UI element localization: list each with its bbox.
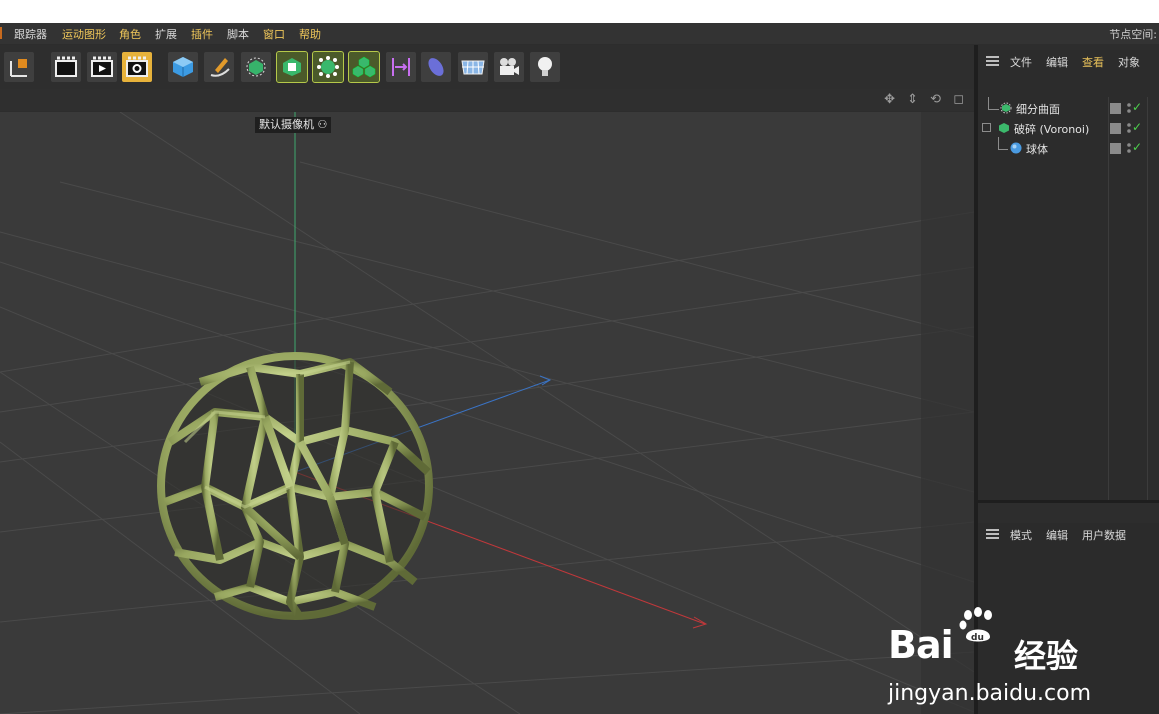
menu-bar: 跟踪器 运动图形 角色 扩展 插件 脚本 窗口 帮助 节点空间:	[0, 23, 1159, 44]
pen-icon[interactable]	[204, 52, 234, 82]
object-name: 球体	[1026, 143, 1048, 156]
watermark-url: jingyan.baidu.com	[888, 681, 1092, 706]
attribute-splitter[interactable]	[978, 500, 1159, 503]
menu-plugins[interactable]: 插件	[191, 26, 213, 42]
viewport-grid	[0, 112, 974, 714]
object-row-sphere[interactable]: 球体 ✓	[982, 137, 1155, 158]
main-toolbar	[0, 45, 976, 89]
object-name: 破碎 (Voronoi)	[1014, 123, 1090, 136]
object-name: 细分曲面	[1016, 103, 1060, 116]
camera-small-icon: ⚇	[317, 118, 328, 131]
menu-help[interactable]: 帮助	[299, 26, 321, 42]
x-axis-arrow	[692, 616, 708, 629]
extrude-icon[interactable]	[276, 51, 308, 83]
cinema4d-window: 跟踪器 运动图形 角色 扩展 插件 脚本 窗口 帮助 节点空间: ✥ ⇕ ⟲ ◻…	[0, 23, 1159, 714]
3d-viewport[interactable]	[0, 112, 974, 714]
attribute-manager-header: 模式 编辑 用户数据	[978, 523, 1159, 545]
enabled-check-icon[interactable]: ✓	[1132, 100, 1142, 114]
render-settings-icon[interactable]	[122, 52, 152, 82]
sphere-icon	[1010, 142, 1022, 154]
menu-script[interactable]: 脚本	[227, 26, 249, 42]
watermark-brand-cn: 经验	[1014, 637, 1079, 675]
object-flags[interactable]: ✓	[1110, 140, 1155, 155]
watermark-brand: Bai	[888, 623, 954, 667]
viewport-nav-icons[interactable]: ✥ ⇕ ⟲ ◻	[884, 92, 968, 107]
light-icon[interactable]	[530, 52, 560, 82]
object-flags[interactable]: ✓	[1110, 100, 1155, 115]
object-flags[interactable]: ✓	[1110, 120, 1155, 135]
subdivision-icon[interactable]	[241, 52, 271, 82]
baidu-paw-icon: du	[959, 607, 992, 643]
voronoi-fracture-icon	[999, 123, 1009, 133]
am-menu-edit[interactable]: 编辑	[1046, 527, 1068, 543]
deformer-icon[interactable]	[386, 52, 416, 82]
om-menu-file[interactable]: 文件	[1010, 54, 1032, 70]
camera-icon[interactable]	[494, 52, 524, 82]
cloner-icon[interactable]	[312, 51, 344, 83]
tree-line	[998, 137, 1008, 150]
object-row-voronoi[interactable]: 破碎 (Voronoi) ✓	[982, 119, 1155, 138]
object-manager-header: 文件 编辑 查看 对象	[978, 50, 1159, 72]
default-camera-label[interactable]: 默认摄像机 ⚇	[255, 117, 332, 133]
voronoi-sphere[interactable]	[157, 352, 433, 620]
menu-window[interactable]: 窗口	[263, 26, 285, 42]
enabled-check-icon[interactable]: ✓	[1132, 140, 1142, 154]
menu-tracker[interactable]: 跟踪器	[14, 26, 47, 42]
field-icon[interactable]	[421, 52, 451, 82]
svg-text:du: du	[971, 633, 984, 643]
hamburger-menu-icon[interactable]	[986, 529, 999, 539]
menu-mograph[interactable]: 运动图形	[62, 26, 106, 42]
layer-box[interactable]	[1110, 123, 1121, 134]
am-menu-mode[interactable]: 模式	[1010, 527, 1032, 543]
object-manager: 文件 编辑 查看 对象 细分曲面 ✓ 破碎 (Voronoi) ✓ 球体 ✓	[978, 50, 1159, 500]
layer-box[interactable]	[1110, 143, 1121, 154]
menu-extensions[interactable]: 扩展	[155, 26, 177, 42]
layer-box[interactable]	[1110, 103, 1121, 114]
render-to-picture-viewer-icon[interactable]	[87, 52, 117, 82]
am-menu-user-data[interactable]: 用户数据	[1082, 527, 1126, 543]
collapse-toggle-icon[interactable]	[982, 123, 991, 132]
om-menu-view[interactable]: 查看	[1082, 54, 1104, 70]
enabled-check-icon[interactable]: ✓	[1132, 120, 1142, 134]
viewport-header: ✥ ⇕ ⟲ ◻	[0, 89, 974, 111]
camera-label-text: 默认摄像机	[259, 118, 314, 131]
om-menu-object[interactable]: 对象	[1118, 54, 1140, 70]
axis-tool-icon[interactable]	[4, 52, 34, 82]
tree-line	[988, 97, 999, 110]
om-menu-edit[interactable]: 编辑	[1046, 54, 1068, 70]
viewport-scene	[0, 112, 974, 714]
baidu-jingyan-watermark: Bai du 经验 jingyan.baidu.com	[888, 607, 1148, 713]
node-space-label[interactable]: 节点空间:	[1109, 26, 1157, 42]
object-row-subdivision[interactable]: 细分曲面 ✓	[982, 97, 1155, 118]
floor-icon[interactable]	[458, 52, 488, 82]
menu-character[interactable]: 角色	[119, 26, 141, 42]
hamburger-menu-icon[interactable]	[986, 56, 999, 66]
cube-icon[interactable]	[168, 52, 198, 82]
voronoi-icon[interactable]	[348, 51, 380, 83]
subdivision-surface-icon	[1000, 102, 1012, 114]
menu-bar-edge	[0, 27, 2, 39]
render-view-icon[interactable]	[51, 52, 81, 82]
